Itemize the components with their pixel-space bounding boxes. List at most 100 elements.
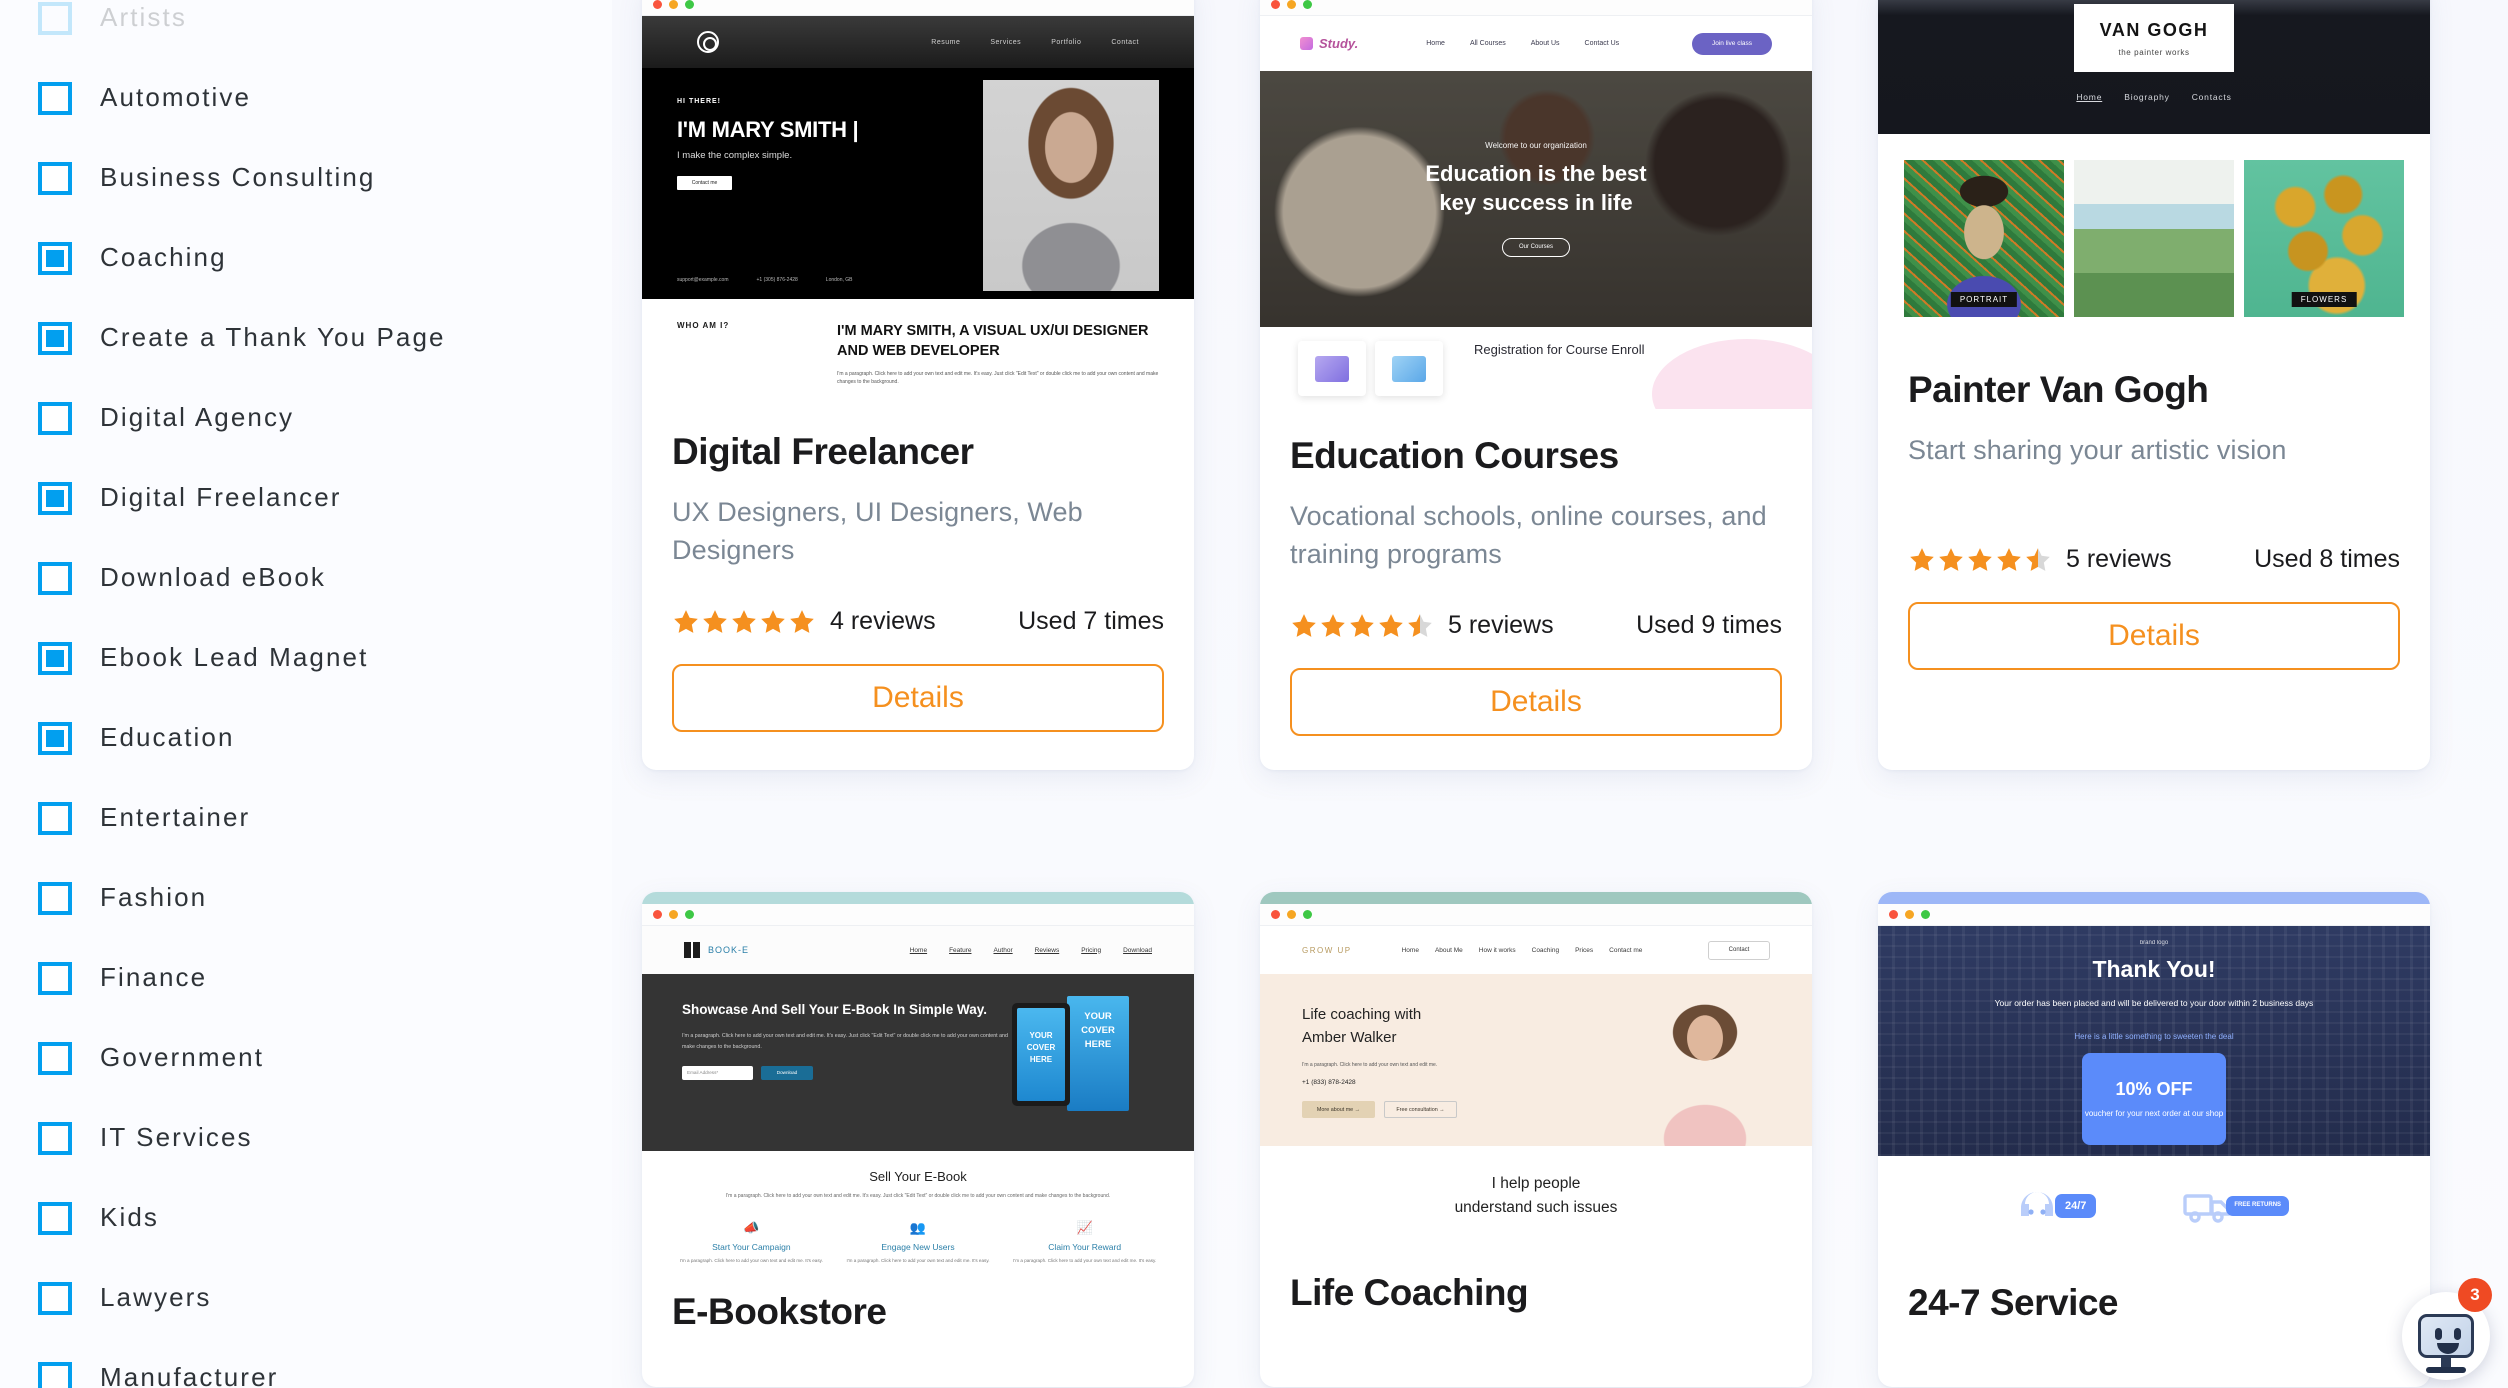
filter-item-education[interactable]: Education <box>0 698 612 778</box>
template-preview-thumbnail[interactable]: Study. Home All Courses About Us Contact… <box>1260 0 1812 409</box>
review-count: 5 reviews <box>1448 611 1554 639</box>
checkbox-checked[interactable] <box>38 481 72 515</box>
checkbox-unchecked[interactable] <box>38 161 72 195</box>
filter-item-digital-agency[interactable]: Digital Agency <box>0 378 612 458</box>
checkbox-unchecked[interactable] <box>38 1041 72 1075</box>
filter-item-create-a-thank-you-page[interactable]: Create a Thank You Page <box>0 298 612 378</box>
preview-content: GROW UP Home About Me How it works Coach… <box>1260 926 1812 1247</box>
preview-section: Sell Your E-Book I'm a paragraph. Click … <box>642 1151 1194 1265</box>
checkbox-unchecked[interactable] <box>38 1281 72 1315</box>
details-button[interactable]: Details <box>672 664 1164 732</box>
template-description: Start sharing your artistic vision <box>1908 435 2287 465</box>
template-card[interactable]: BOOK-E Home Feature Author Reviews Prici… <box>642 892 1194 1387</box>
star-icon <box>1379 613 1403 637</box>
preview-heading-line1: Education is the best <box>1425 161 1647 187</box>
filter-item-digital-freelancer[interactable]: Digital Freelancer <box>0 458 612 538</box>
template-card[interactable]: GROW UP Home About Me How it works Coach… <box>1260 892 1812 1387</box>
filter-label: Finance <box>100 962 208 993</box>
filter-label: IT Services <box>100 1122 253 1153</box>
filter-item-coaching[interactable]: Coaching <box>0 218 612 298</box>
preview-tagline: the painter works <box>2118 47 2190 57</box>
contact-email: support@example.com <box>677 277 729 283</box>
filter-label: Create a Thank You Page <box>100 322 446 353</box>
checkbox-unchecked[interactable] <box>38 401 72 435</box>
filter-item-automotive[interactable]: Automotive <box>0 58 612 138</box>
checkbox-checked[interactable] <box>38 721 72 755</box>
filter-item-government[interactable]: Government <box>0 1018 612 1098</box>
template-card[interactable]: brand logo Thank You! Your order has bee… <box>1878 892 2430 1387</box>
preview-content: Resume Services Portfolio Contact HI THE… <box>642 16 1194 405</box>
checkbox-unchecked[interactable] <box>38 881 72 915</box>
filter-item-it-services[interactable]: IT Services <box>0 1098 612 1178</box>
preview-lower-section: Registration for Course Enroll <box>1260 327 1812 409</box>
template-preview-thumbnail[interactable]: brand logo Thank You! Your order has bee… <box>1878 892 2430 1256</box>
filter-item-artists[interactable]: Artists <box>0 0 612 58</box>
template-card[interactable]: Study. Home All Courses About Us Contact… <box>1260 0 1812 770</box>
filter-item-lawyers[interactable]: Lawyers <box>0 1258 612 1338</box>
checkbox-unchecked[interactable] <box>38 1361 72 1388</box>
filter-item-download-ebook[interactable]: Download eBook <box>0 538 612 618</box>
preview-heading-line2: Amber Walker <box>1302 1028 1397 1046</box>
computer-icon <box>1315 355 1349 382</box>
gallery-image-portrait: PORTRAIT <box>1904 160 2064 317</box>
preview-section-label: WHO AM I? <box>677 321 730 330</box>
preview-section: I help people understand such issues <box>1260 1146 1812 1247</box>
checkbox-unchecked[interactable] <box>38 1 72 35</box>
checkbox-unchecked[interactable] <box>38 801 72 835</box>
filter-item-ebook-lead-magnet[interactable]: Ebook Lead Magnet <box>0 618 612 698</box>
template-title: E-Bookstore <box>672 1290 887 1332</box>
filter-item-kids[interactable]: Kids <box>0 1178 612 1258</box>
checkbox-unchecked[interactable] <box>38 961 72 995</box>
star-icon <box>1910 547 1934 571</box>
star-icon <box>732 609 756 633</box>
star-icon <box>1292 613 1316 637</box>
preview-section-body: I'm a paragraph. Click here to add your … <box>725 1193 1111 1199</box>
primary-button-mock: More about me → <box>1302 1101 1375 1118</box>
checkbox-checked[interactable] <box>38 321 72 355</box>
filter-label: Artists <box>100 2 187 33</box>
checkbox-checked[interactable] <box>38 241 72 275</box>
checkbox-unchecked[interactable] <box>38 1121 72 1155</box>
contact-phone: +1 (305) 876-2428 <box>756 277 798 283</box>
nav-item: How it works <box>1478 946 1516 954</box>
filter-item-finance[interactable]: Finance <box>0 938 612 1018</box>
filter-label: Coaching <box>100 242 227 273</box>
template-preview-thumbnail[interactable]: VAN GOGH the painter works Home Biograph… <box>1878 0 2430 343</box>
category-filter-sidebar: Artists Automotive Business Consulting Coac… <box>0 0 612 1388</box>
window-minimize-dot <box>669 0 678 9</box>
templates-main-area: Resume Services Portfolio Contact HI THE… <box>612 0 2508 1388</box>
chat-widget[interactable]: 3 <box>2390 1278 2492 1380</box>
template-card[interactable]: Resume Services Portfolio Contact HI THE… <box>642 0 1194 770</box>
megaphone-icon: 📣 <box>743 1219 760 1235</box>
template-preview-thumbnail[interactable]: Resume Services Portfolio Contact HI THE… <box>642 0 1194 405</box>
filter-item-fashion[interactable]: Fashion <box>0 858 612 938</box>
review-count: 4 reviews <box>830 607 936 635</box>
nav-item: Resume <box>931 38 961 46</box>
badge-24-7: 24/7 <box>2054 1194 2097 1218</box>
preview-cta-button: Join live class <box>1692 32 1772 55</box>
template-title: Life Coaching <box>1290 1272 1529 1314</box>
template-preview-thumbnail[interactable]: BOOK-E Home Feature Author Reviews Prici… <box>642 892 1194 1265</box>
robot-base <box>2426 1367 2466 1373</box>
nav-item: Home <box>1401 946 1419 954</box>
window-minimize-dot <box>669 910 678 919</box>
nav-item: Feature <box>949 946 972 954</box>
checkbox-unchecked[interactable] <box>38 561 72 595</box>
checkbox-unchecked[interactable] <box>38 81 72 115</box>
template-card[interactable]: VAN GOGH the painter works Home Biograph… <box>1878 0 2430 770</box>
badge-free-returns: FREE RETURNS <box>2226 1196 2290 1216</box>
filter-item-business-consulting[interactable]: Business Consulting <box>0 138 612 218</box>
preview-cta-button: Contact me <box>677 176 732 190</box>
tablet-screen: YOUR COVER HERE <box>1017 1008 1065 1101</box>
template-preview-thumbnail[interactable]: GROW UP Home About Me How it works Coach… <box>1260 892 1812 1247</box>
checkbox-unchecked[interactable] <box>38 1201 72 1235</box>
details-button[interactable]: Details <box>1290 668 1782 736</box>
filter-label: Manufacturer <box>100 1362 279 1388</box>
filter-item-entertainer[interactable]: Entertainer <box>0 778 612 858</box>
preview-tile <box>1375 341 1443 396</box>
nav-item: Home <box>909 946 928 954</box>
filter-item-manufacturer[interactable]: Manufacturer <box>0 1338 612 1388</box>
nav-item: Contact Us <box>1584 40 1620 47</box>
details-button[interactable]: Details <box>1908 602 2400 670</box>
checkbox-checked[interactable] <box>38 641 72 675</box>
